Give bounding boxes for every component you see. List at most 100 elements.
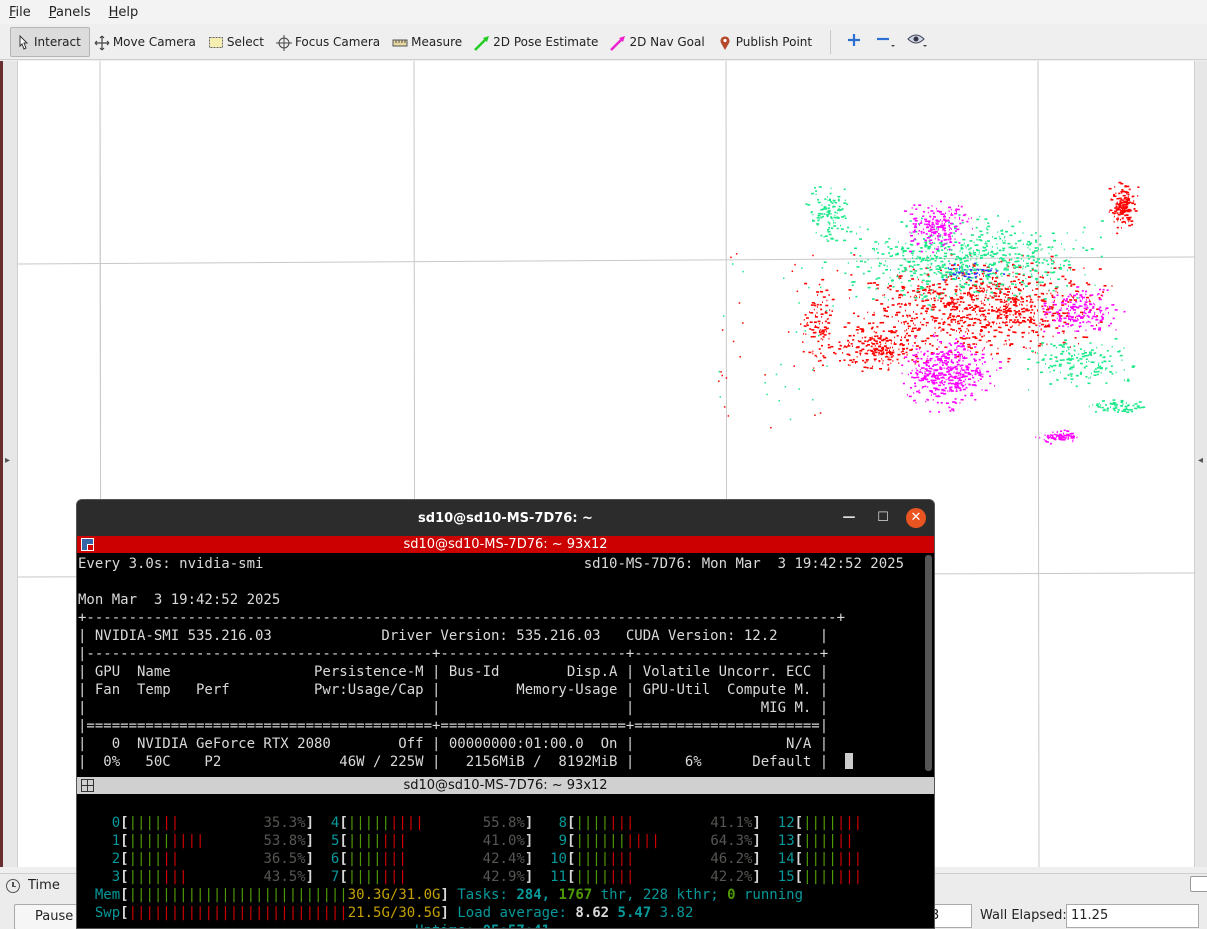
point-cloud-point [847, 345, 851, 347]
point-cloud-point [901, 246, 903, 248]
point-cloud-point [859, 350, 863, 352]
point-cloud-point [949, 217, 951, 219]
point-cloud-point [945, 212, 946, 215]
point-cloud-point [912, 345, 914, 347]
point-cloud-point [970, 217, 972, 219]
nvidia-smi-pane[interactable]: Every 3.0s: nvidia-smi sd10-MS-7D76: Mon… [77, 553, 934, 777]
tool-2d-pose-estimate[interactable]: 2D Pose Estimate [470, 27, 606, 57]
point-cloud-point [958, 327, 962, 330]
close-icon[interactable]: ✕ [906, 508, 926, 528]
maximize-icon[interactable]: ☐ [873, 508, 893, 528]
point-cloud-point [1080, 362, 1083, 365]
point-cloud-point [1030, 294, 1032, 297]
point-cloud-point [827, 344, 830, 346]
menu-panels[interactable]: Panels [46, 5, 94, 20]
point-cloud-point [974, 276, 977, 278]
tool-measure[interactable]: Measure [388, 27, 470, 57]
point-cloud-point [864, 361, 867, 364]
point-cloud-point [1018, 264, 1020, 267]
point-cloud-point [954, 342, 958, 344]
point-cloud-point [859, 255, 861, 257]
point-cloud-point [1037, 299, 1039, 301]
point-cloud-point [1032, 322, 1036, 325]
view-options-button[interactable] [905, 30, 931, 54]
point-cloud-point [935, 248, 939, 250]
point-cloud-point [908, 395, 912, 398]
point-cloud-point [817, 326, 820, 329]
point-cloud-point [812, 213, 814, 216]
point-cloud-point [1085, 249, 1089, 252]
point-cloud-point [1021, 304, 1023, 306]
pane-top-titlebar[interactable]: sd10@sd10-MS-7D76: ~ 93x12 [77, 536, 934, 553]
time-panel-checkbox[interactable] [1190, 876, 1207, 892]
point-cloud-point [1105, 404, 1107, 406]
terminal-scrollbar[interactable] [925, 555, 932, 771]
point-cloud-point [887, 246, 890, 248]
point-cloud-point [971, 384, 975, 386]
point-cloud-point [952, 253, 956, 255]
point-cloud-point [1070, 320, 1071, 322]
point-cloud-point [976, 268, 979, 271]
point-cloud-point [1004, 299, 1005, 301]
right-dock-collapse[interactable]: ◂ [1194, 61, 1207, 867]
menu-file[interactable]: File [6, 5, 34, 20]
expand-right-icon: ◂ [1198, 455, 1204, 466]
add-tool-button[interactable] [841, 30, 867, 54]
point-cloud-point [1051, 308, 1054, 310]
point-cloud-point [1058, 434, 1061, 437]
point-cloud-point [972, 324, 975, 327]
point-cloud-point [963, 337, 967, 340]
minimize-icon[interactable]: — [839, 508, 859, 528]
tool-interact[interactable]: Interact [10, 26, 90, 57]
point-cloud-point [979, 314, 981, 317]
htop-pane[interactable]: 0[|||||| 35.3%] 4[||||||||| 55.8%] 8[|||… [77, 794, 934, 928]
tool-2d-nav-goal[interactable]: 2D Nav Goal [606, 27, 712, 57]
point-cloud-point [975, 258, 977, 261]
pause-button[interactable]: Pause [14, 904, 80, 929]
point-cloud-point [978, 253, 980, 256]
point-cloud-point [1060, 263, 1061, 266]
point-cloud-point [959, 382, 963, 384]
tool-focus-camera[interactable]: Focus Camera [272, 27, 388, 57]
point-cloud-point [893, 343, 897, 345]
terminal-titlebar[interactable]: sd10@sd10-MS-7D76: ~ — ☐ ✕ [77, 500, 934, 536]
point-cloud-point [981, 310, 985, 312]
point-cloud-point [1047, 263, 1050, 266]
point-cloud-point [984, 242, 988, 245]
point-cloud-point [983, 304, 986, 306]
point-cloud-point [1061, 304, 1065, 306]
point-cloud-point [1016, 257, 1020, 259]
point-cloud-point [1025, 347, 1027, 350]
remove-tool-button[interactable] [873, 30, 899, 54]
point-cloud-point [816, 312, 818, 314]
point-cloud-point [1094, 315, 1098, 318]
point-cloud-point [1045, 260, 1048, 262]
point-cloud-point [913, 229, 916, 232]
point-cloud-point [887, 286, 890, 289]
pane-bottom-titlebar[interactable]: sd10@sd10-MS-7D76: ~ 93x12 [77, 777, 934, 794]
point-cloud-point [1038, 248, 1040, 251]
point-cloud-point [959, 331, 960, 334]
point-cloud-point [1068, 305, 1069, 307]
terminal-window[interactable]: sd10@sd10-MS-7D76: ~ — ☐ ✕ sd10@sd10-MS-… [76, 499, 935, 929]
point-cloud-point [1084, 312, 1087, 315]
point-cloud-point [928, 370, 932, 373]
point-cloud-point [955, 285, 958, 288]
point-cloud-point [1079, 300, 1082, 302]
point-cloud-point [1060, 430, 1063, 432]
tool-move-camera[interactable]: Move Camera [90, 27, 204, 57]
point-cloud-point [993, 295, 995, 297]
point-cloud-point [815, 193, 817, 196]
point-cloud-point [919, 223, 921, 225]
point-cloud-point [936, 210, 939, 212]
terminal-line: |---------------------------------------… [78, 646, 829, 662]
tool-select[interactable]: Select [204, 27, 272, 57]
menu-help[interactable]: Help [106, 5, 142, 20]
point-cloud-point [1066, 433, 1070, 436]
point-cloud-point [950, 275, 953, 278]
point-cloud-point [954, 289, 958, 291]
point-cloud-point [834, 211, 837, 214]
tool-publish-point[interactable]: Publish Point [713, 27, 820, 57]
point-cloud-point [1068, 309, 1070, 312]
point-cloud-point [920, 351, 922, 353]
